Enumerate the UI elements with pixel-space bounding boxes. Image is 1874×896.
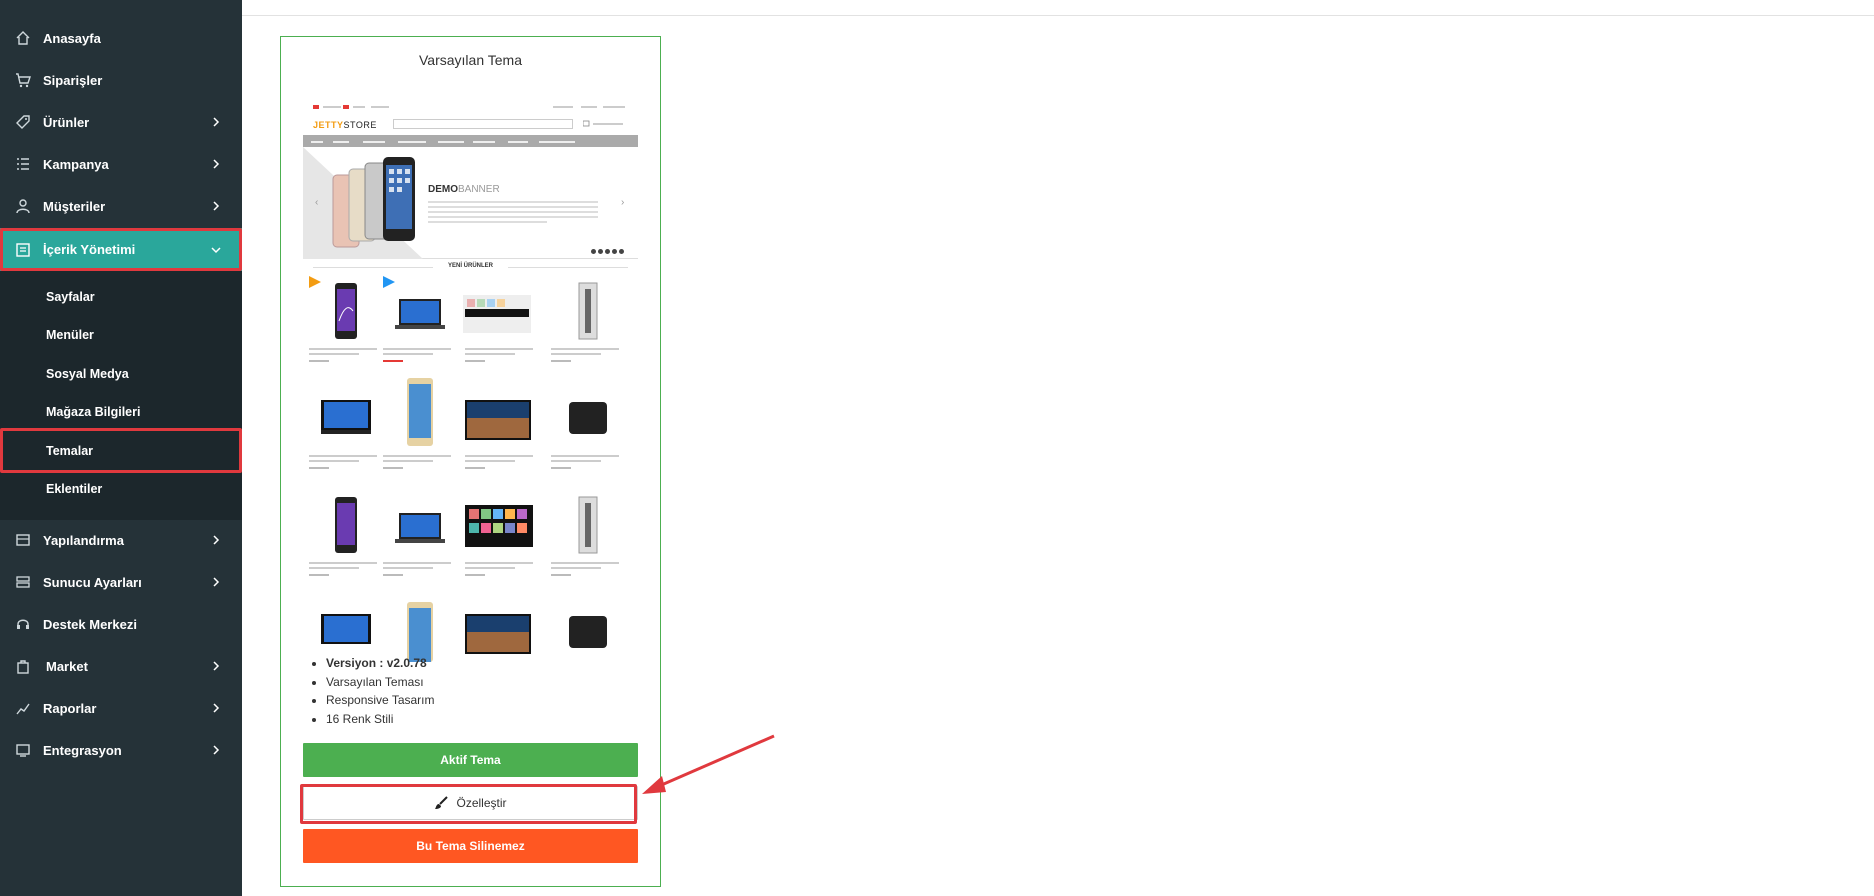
preview-product bbox=[309, 383, 381, 483]
theme-preview-image[interactable]: JETTYSTORE ‹ DEMOBANNER › YENİ ÜRÜNLER bbox=[303, 100, 638, 675]
preview-menu-bar bbox=[303, 135, 638, 147]
preview-banner-text bbox=[428, 201, 598, 226]
preview-product bbox=[309, 276, 381, 376]
sidebar-item-label: Sunucu Ayarları bbox=[43, 574, 142, 590]
preview-banner-title: DEMOBANNER bbox=[428, 184, 500, 195]
preview-search bbox=[393, 119, 573, 129]
sidebar-item-label: Anasayfa bbox=[43, 30, 101, 46]
top-bar bbox=[242, 0, 1874, 16]
preview-banner: ‹ DEMOBANNER › bbox=[303, 147, 638, 259]
chevron-right-icon bbox=[213, 201, 220, 211]
sidebar-item-label: Ürünler bbox=[43, 114, 90, 130]
preview-product bbox=[383, 276, 455, 376]
preview-product bbox=[551, 276, 623, 376]
preview-topbar bbox=[303, 100, 638, 114]
theme-title: Varsayılan Tema bbox=[419, 52, 522, 68]
sidebar-item-urunler[interactable]: Ürünler bbox=[0, 101, 242, 143]
submenu-label: Eklentiler bbox=[46, 482, 103, 496]
cannot-delete-button[interactable]: Bu Tema Silinemez bbox=[303, 829, 638, 863]
preview-logo: JETTYSTORE bbox=[313, 120, 377, 130]
submenu-label: Sosyal Medya bbox=[46, 367, 129, 381]
annotation-arrow bbox=[642, 734, 775, 794]
chevron-right-icon bbox=[213, 703, 220, 713]
submenu-label: Sayfalar bbox=[46, 290, 95, 304]
sidebar-item-raporlar[interactable]: Raporlar bbox=[0, 687, 242, 729]
theme-detail-line: Responsive Tasarım bbox=[326, 691, 435, 710]
chevron-right-icon bbox=[213, 117, 220, 127]
user-icon bbox=[16, 199, 30, 214]
chevron-right-icon bbox=[213, 535, 220, 545]
preview-slider-dots bbox=[591, 249, 624, 254]
preview-product bbox=[465, 383, 537, 483]
config-icon bbox=[16, 534, 30, 546]
submenu-item-menuler[interactable]: Menüler bbox=[0, 316, 242, 354]
theme-detail-line: 16 Renk Stili bbox=[326, 710, 435, 729]
sidebar-item-market[interactable]: Market bbox=[0, 645, 242, 687]
sidebar-item-destek-merkezi[interactable]: Destek Merkezi bbox=[0, 603, 242, 645]
headset-icon bbox=[17, 619, 29, 629]
bag-icon bbox=[17, 660, 29, 674]
preview-product bbox=[551, 383, 623, 483]
theme-card: Varsayılan Tema JETTYSTORE ‹ DEMOBANNER … bbox=[280, 36, 661, 887]
chevron-right-icon bbox=[213, 745, 220, 755]
preview-prev-arrow: ‹ bbox=[315, 197, 319, 208]
highlight-box bbox=[300, 784, 637, 824]
theme-details: Versiyon : v2.0.78 Varsayılan Teması Res… bbox=[326, 654, 435, 728]
cart-icon bbox=[16, 73, 31, 88]
preview-cart bbox=[582, 120, 628, 130]
submenu-label: Mağaza Bilgileri bbox=[46, 405, 141, 419]
preview-next-arrow: › bbox=[621, 197, 625, 208]
highlight-box bbox=[0, 428, 242, 473]
sidebar: Anasayfa Siparişler Ürünler Kampanya Müş… bbox=[0, 0, 242, 896]
sidebar-item-label: Raporlar bbox=[43, 700, 97, 716]
chevron-right-icon bbox=[213, 159, 220, 169]
sidebar-item-entegrasyon[interactable]: Entegrasyon bbox=[0, 729, 242, 771]
sidebar-item-label: Yapılandırma bbox=[43, 532, 124, 548]
sidebar-item-kampanya[interactable]: Kampanya bbox=[0, 143, 242, 185]
preview-product bbox=[309, 490, 381, 590]
submenu: Sayfalar Menüler Sosyal Medya Mağaza Bil… bbox=[0, 271, 242, 520]
preview-section-title: YENİ ÜRÜNLER bbox=[303, 263, 638, 269]
phones-illustration bbox=[332, 157, 415, 248]
preview-product bbox=[551, 597, 623, 675]
chevron-right-icon bbox=[213, 661, 220, 671]
theme-version: Versiyon : v2.0.78 bbox=[326, 654, 435, 673]
sidebar-item-label: Entegrasyon bbox=[43, 742, 122, 758]
server-icon bbox=[16, 576, 30, 588]
sidebar-item-label: Destek Merkezi bbox=[43, 616, 137, 632]
preview-product bbox=[551, 490, 623, 590]
preview-product bbox=[463, 276, 537, 376]
sidebar-item-anasayfa[interactable]: Anasayfa bbox=[0, 17, 242, 59]
sidebar-item-label: Müşteriler bbox=[43, 198, 106, 214]
sidebar-item-label: Kampanya bbox=[43, 156, 109, 172]
integration-icon bbox=[16, 744, 30, 757]
sidebar-item-label: Siparişler bbox=[43, 72, 103, 88]
preview-product bbox=[465, 597, 537, 675]
sidebar-item-siparisler[interactable]: Siparişler bbox=[0, 59, 242, 101]
submenu-item-sosyal-medya[interactable]: Sosyal Medya bbox=[0, 355, 242, 393]
home-icon bbox=[16, 31, 30, 45]
sidebar-item-sunucu-ayarlari[interactable]: Sunucu Ayarları bbox=[0, 561, 242, 603]
highlight-box bbox=[0, 228, 242, 271]
submenu-item-magaza-bilgileri[interactable]: Mağaza Bilgileri bbox=[0, 393, 242, 431]
chart-icon bbox=[16, 703, 30, 715]
chevron-right-icon bbox=[213, 577, 220, 587]
submenu-item-eklentiler[interactable]: Eklentiler bbox=[0, 470, 242, 508]
preview-product bbox=[383, 378, 455, 483]
preview-product bbox=[465, 490, 537, 590]
sidebar-item-label: Market bbox=[46, 658, 88, 674]
submenu-label: Menüler bbox=[46, 328, 94, 342]
active-theme-button[interactable]: Aktif Tema bbox=[303, 743, 638, 777]
sidebar-item-yapilandirma[interactable]: Yapılandırma bbox=[0, 519, 242, 561]
preview-product bbox=[383, 490, 455, 590]
list-icon bbox=[17, 158, 29, 170]
sidebar-item-musteriler[interactable]: Müşteriler bbox=[0, 185, 242, 227]
tag-icon bbox=[16, 115, 30, 129]
theme-detail-line: Varsayılan Teması bbox=[326, 673, 435, 692]
submenu-item-sayfalar[interactable]: Sayfalar bbox=[0, 278, 242, 316]
